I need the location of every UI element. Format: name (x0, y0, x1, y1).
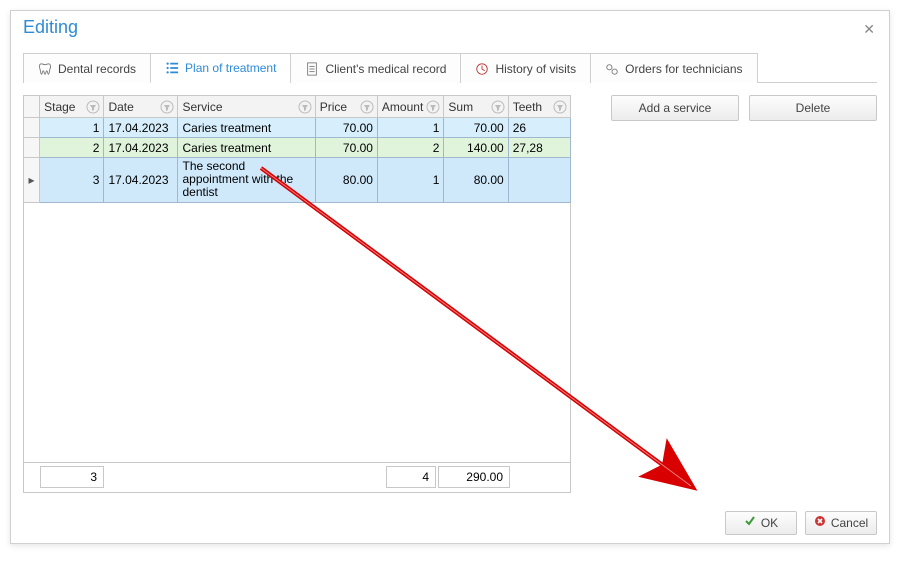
col-price[interactable]: Price (315, 96, 377, 118)
row-indicator (24, 118, 40, 138)
tab-orders-for-technicians[interactable]: Orders for technicians (590, 53, 757, 83)
cancel-icon (814, 515, 826, 530)
tab-content: Stage Date Service Price Amount (11, 83, 889, 505)
editing-dialog: Editing ✕ Dental records Plan of treatme… (10, 10, 890, 544)
summary-amount: 4 (386, 466, 436, 488)
treatment-grid[interactable]: Stage Date Service Price Amount (23, 95, 571, 203)
filter-icon[interactable] (298, 100, 312, 114)
col-service[interactable]: Service (178, 96, 315, 118)
document-icon (305, 62, 319, 76)
filter-icon[interactable] (86, 100, 100, 114)
row-indicator: ▸ (24, 158, 40, 203)
tab-label: History of visits (495, 62, 576, 76)
tooth-icon (38, 62, 52, 76)
cancel-button[interactable]: Cancel (805, 511, 877, 535)
tabs: Dental records Plan of treatment Client'… (23, 52, 877, 83)
tab-plan-of-treatment[interactable]: Plan of treatment (150, 53, 291, 83)
tab-medical-record[interactable]: Client's medical record (290, 53, 461, 83)
filter-icon[interactable] (426, 100, 440, 114)
ok-button[interactable]: OK (725, 511, 797, 535)
col-sum[interactable]: Sum (444, 96, 508, 118)
col-teeth[interactable]: Teeth (508, 96, 570, 118)
grid-empty-area (23, 203, 571, 463)
row-indicator (24, 138, 40, 158)
add-service-button[interactable]: Add a service (611, 95, 739, 121)
table-row[interactable]: 1 17.04.2023 Caries treatment 70.00 1 70… (24, 118, 571, 138)
delete-button[interactable]: Delete (749, 95, 877, 121)
close-icon[interactable]: ✕ (863, 21, 875, 38)
table-row[interactable]: ▸ 3 17.04.2023 The second appointment wi… (24, 158, 571, 203)
dialog-title: Editing (11, 11, 889, 52)
row-header-col (24, 96, 40, 118)
tab-label: Plan of treatment (185, 61, 276, 75)
col-amount[interactable]: Amount (377, 96, 443, 118)
check-icon (744, 515, 756, 530)
grid-summary: 3 4 290.00 (23, 463, 571, 493)
table-row[interactable]: 2 17.04.2023 Caries treatment 70.00 2 14… (24, 138, 571, 158)
dialog-footer: OK Cancel (11, 505, 889, 535)
tab-history-of-visits[interactable]: History of visits (460, 53, 591, 83)
tab-label: Orders for technicians (625, 62, 742, 76)
filter-icon[interactable] (491, 100, 505, 114)
col-date[interactable]: Date (104, 96, 178, 118)
tab-label: Dental records (58, 62, 136, 76)
clock-icon (475, 62, 489, 76)
tab-dental-records[interactable]: Dental records (23, 53, 151, 83)
filter-icon[interactable] (160, 100, 174, 114)
summary-stage: 3 (40, 466, 104, 488)
col-stage[interactable]: Stage (40, 96, 104, 118)
filter-icon[interactable] (553, 100, 567, 114)
summary-sum: 290.00 (438, 466, 510, 488)
list-icon (165, 61, 179, 75)
gears-icon (605, 62, 619, 76)
tab-label: Client's medical record (325, 62, 446, 76)
filter-icon[interactable] (360, 100, 374, 114)
